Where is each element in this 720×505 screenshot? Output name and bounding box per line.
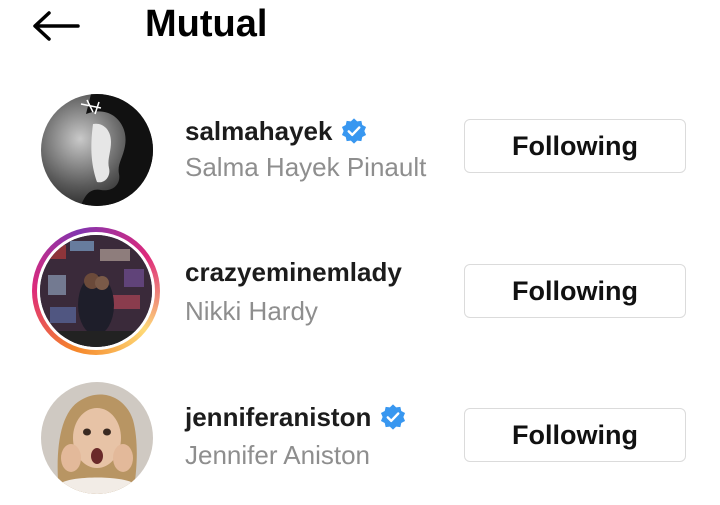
full-name: Salma Hayek Pinault bbox=[185, 152, 427, 182]
list-item[interactable]: jenniferaniston Jennifer Aniston Followi… bbox=[0, 375, 720, 505]
avatar-image bbox=[41, 94, 153, 206]
avatar-story-ring[interactable] bbox=[32, 227, 160, 355]
username-text[interactable]: crazyeminemlady bbox=[185, 256, 402, 288]
list-item[interactable]: crazyeminemlady Nikki Hardy Following bbox=[0, 227, 720, 358]
verified-badge-icon bbox=[342, 118, 367, 144]
list-item[interactable]: salmahayek Salma Hayek Pinault Following bbox=[0, 87, 720, 217]
avatar[interactable] bbox=[34, 87, 160, 213]
following-button[interactable]: Following bbox=[464, 408, 686, 462]
header: Mutual bbox=[0, 0, 720, 50]
following-button[interactable]: Following bbox=[464, 119, 686, 173]
username-text[interactable]: salmahayek bbox=[185, 115, 332, 147]
following-button[interactable]: Following bbox=[464, 264, 686, 318]
avatar-image bbox=[40, 235, 152, 347]
username[interactable]: salmahayek bbox=[185, 115, 368, 147]
full-name: Nikki Hardy bbox=[185, 296, 318, 326]
avatar[interactable] bbox=[34, 375, 160, 501]
username[interactable]: jenniferaniston bbox=[185, 401, 407, 433]
username[interactable]: crazyeminemlady bbox=[185, 256, 402, 288]
back-button[interactable] bbox=[30, 6, 82, 46]
avatar-ring-gap bbox=[37, 232, 155, 350]
page-title: Mutual bbox=[145, 3, 268, 45]
arrow-left-icon bbox=[33, 11, 80, 41]
avatar-image bbox=[41, 382, 153, 494]
full-name: Jennifer Aniston bbox=[185, 440, 371, 470]
verified-badge-icon bbox=[381, 404, 406, 430]
username-text[interactable]: jenniferaniston bbox=[185, 401, 371, 433]
